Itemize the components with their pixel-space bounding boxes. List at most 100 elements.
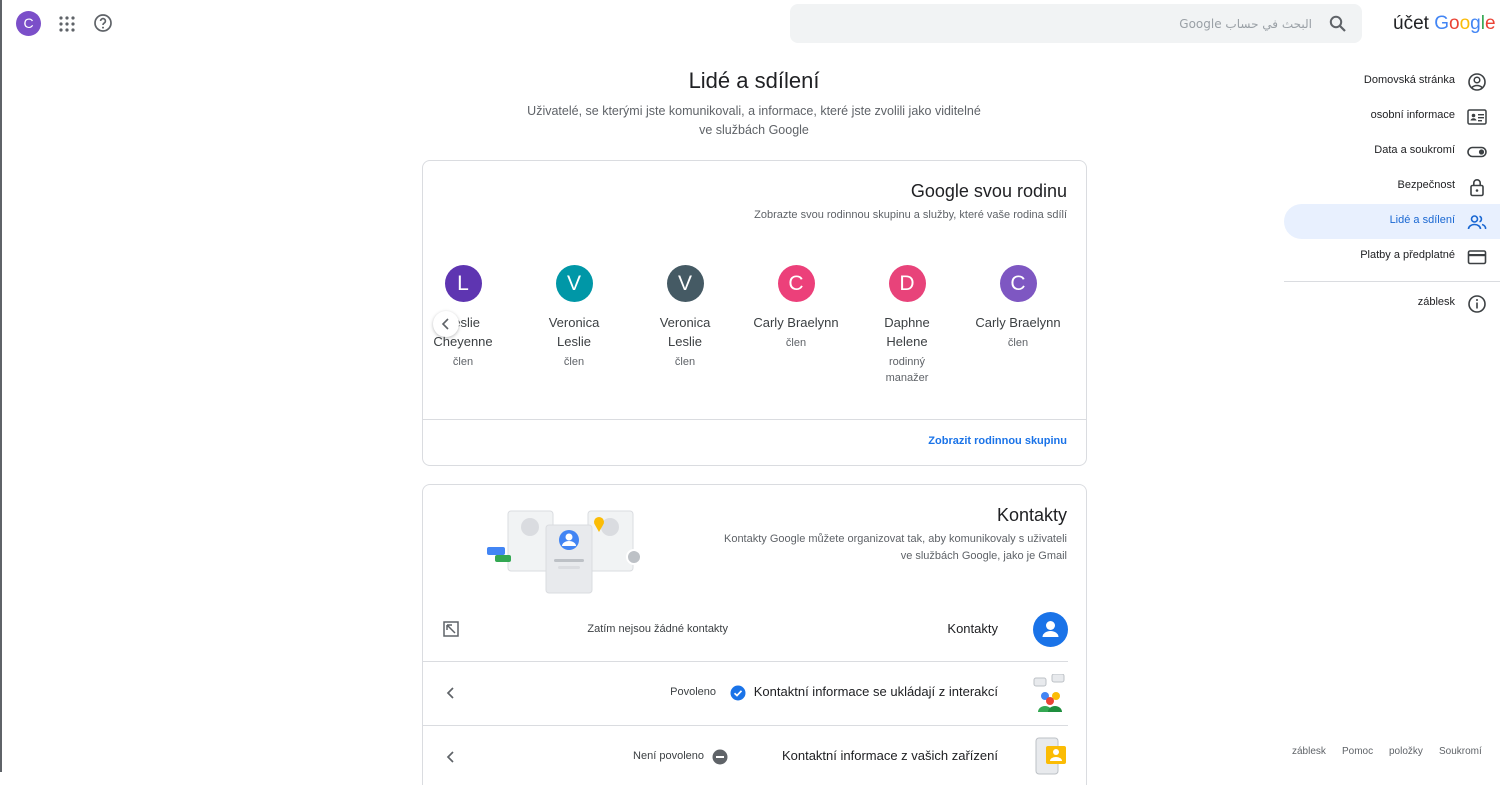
member-role: člen — [529, 354, 619, 370]
account-circle-icon — [1468, 73, 1486, 91]
member-name-line: Veronica — [548, 315, 600, 330]
nav-home[interactable]: Domovská stránka — [1284, 64, 1500, 99]
nav-data-privacy[interactable]: Data a soukromí — [1284, 134, 1500, 169]
search-icon[interactable] — [1328, 14, 1348, 34]
member-avatar: C — [777, 265, 815, 302]
member-role: člen — [751, 335, 841, 351]
family-member[interactable]: C Carly Braelynn člen — [973, 265, 1063, 351]
member-name-line: Carly Braelynn — [975, 315, 1061, 330]
member-role-line: člen — [563, 356, 585, 368]
nav-security[interactable]: Bezpečnost — [1284, 169, 1500, 204]
contacts-status: Zatím nejsou žádné kontakty — [587, 623, 728, 635]
member-role-line: člen — [1007, 337, 1029, 349]
member-name-line: Leslie — [557, 334, 591, 349]
check-circle-icon — [730, 685, 746, 701]
member-name: Leslie Cheyenne — [418, 313, 508, 351]
chevron-left-icon[interactable] — [443, 749, 459, 765]
open-external-icon[interactable] — [443, 621, 459, 637]
nav-about[interactable]: záblesk — [1284, 286, 1500, 321]
device-contacts-status: Není povoleno — [633, 750, 704, 762]
info-icon — [1468, 295, 1486, 313]
interaction-contacts-label: Kontaktní informace se ukládají z intera… — [753, 684, 998, 699]
google-wordmark-letter: o — [1459, 13, 1471, 34]
toggle-icon — [1467, 146, 1487, 158]
google-wordmark-letter: o — [1448, 13, 1460, 34]
contacts-label: Kontakty — [947, 621, 998, 636]
family-member[interactable]: C Carly Braelynn člen — [751, 265, 841, 351]
search-bar[interactable] — [790, 4, 1362, 43]
contacts-card: Kontakty Kontakty Google můžete organizo… — [422, 484, 1087, 785]
contacts-app-icon — [1033, 612, 1068, 647]
google-wordmark-letter: G — [1434, 13, 1449, 34]
member-avatar: D — [888, 265, 926, 302]
family-member[interactable]: V Veronica Leslie člen — [529, 265, 619, 370]
member-name: Veronica Leslie — [640, 313, 730, 351]
device-contacts-label: Kontaktní informace z vašich zařízení — [781, 748, 998, 763]
minus-circle-icon — [712, 749, 728, 765]
page-title: Lidé a sdílení — [688, 68, 820, 93]
interaction-contacts-row[interactable]: Povoleno Kontaktní informace se ukládají… — [423, 662, 1068, 724]
family-member[interactable]: L Leslie Cheyenne člen — [418, 265, 508, 370]
member-name-line: Carly Braelynn — [753, 315, 839, 330]
footer-link-terms[interactable]: položky — [1389, 746, 1423, 757]
chevron-left-icon — [441, 318, 449, 330]
member-name-line: Helene — [886, 334, 928, 349]
nav-payments[interactable]: Platby a předplatné — [1284, 239, 1500, 274]
footer-link-privacy[interactable]: Soukromí — [1439, 746, 1482, 757]
page-subtitle: Uživatelé, se kterými jste komunikovali,… — [527, 104, 981, 137]
contacts-row[interactable]: Zatím nejsou žádné kontakty Kontakty — [423, 599, 1068, 661]
carousel-prev-button[interactable] — [433, 311, 459, 337]
search-input[interactable] — [850, 12, 1314, 36]
google-wordmark-letter: g — [1470, 13, 1481, 34]
member-name: Carly Braelynn — [751, 313, 841, 332]
footer-link-about[interactable]: záblesk — [1292, 746, 1326, 757]
google-account-logo[interactable]: účet Google — [1393, 13, 1496, 35]
member-role-line: manažer — [885, 372, 929, 384]
window-edge — [0, 0, 2, 772]
member-role: rodinný manažer — [862, 354, 952, 386]
top-bar: C účet Google — [0, 0, 1500, 48]
device-contacts-row[interactable]: Není povoleno Kontaktní informace z vaši… — [423, 726, 1068, 788]
family-card-description: Zobrazte svou rodinnou skupinu a služby,… — [754, 209, 1067, 221]
member-name: Veronica Leslie — [529, 313, 619, 351]
member-role-line: člen — [785, 337, 807, 349]
chevron-left-icon[interactable] — [443, 685, 459, 701]
divider — [1284, 281, 1500, 282]
divider — [423, 419, 1086, 420]
member-avatar: C — [999, 265, 1037, 302]
id-card-icon — [1467, 109, 1487, 125]
member-name-line: Cheyenne — [433, 334, 493, 349]
people-icon — [1467, 215, 1487, 230]
member-name-line: Leslie — [446, 315, 480, 330]
interaction-contacts-status: Povoleno — [670, 686, 716, 698]
contacts-illustration — [487, 510, 642, 594]
family-member[interactable]: V Veronica Leslie člen — [640, 265, 730, 370]
contacts-card-title: Kontakty — [996, 505, 1067, 525]
apps-grid-icon[interactable] — [58, 15, 76, 33]
device-contacts-icon — [1035, 737, 1066, 775]
credit-card-icon — [1467, 250, 1487, 265]
lock-icon — [1470, 179, 1484, 197]
family-card: Google svou rodinu Zobrazte svou rodinno… — [422, 160, 1087, 466]
side-navigation: Domovská stránka osobní informace Data a… — [1284, 64, 1500, 274]
family-member[interactable]: D Daphne Helene rodinný manažer — [862, 265, 952, 386]
contacts-card-description: Kontakty Google můžete organizovat tak, … — [723, 533, 1067, 562]
people-interaction-icon — [1033, 674, 1065, 712]
member-role-line: rodinný — [888, 356, 926, 368]
member-name: Daphne Helene — [862, 313, 952, 351]
member-name-line: Leslie — [668, 334, 702, 349]
account-avatar[interactable]: C — [16, 11, 41, 36]
nav-people-sharing[interactable]: Lidé a sdílení — [1284, 204, 1500, 239]
brand-account-word: účet — [1393, 13, 1429, 34]
footer-link-help[interactable]: Pomoc — [1342, 746, 1373, 757]
member-role: člen — [640, 354, 730, 370]
google-wordmark: Google — [1434, 13, 1495, 34]
member-role: člen — [973, 335, 1063, 351]
member-avatar: L — [444, 265, 482, 302]
member-name-line: Veronica — [659, 315, 711, 330]
google-wordmark-letter: e — [1484, 13, 1496, 34]
help-icon[interactable] — [93, 13, 113, 33]
view-family-group-link[interactable]: Zobrazit rodinnou skupinu — [928, 435, 1067, 447]
member-role-line: člen — [674, 356, 696, 368]
nav-personal-info[interactable]: osobní informace — [1284, 99, 1500, 134]
